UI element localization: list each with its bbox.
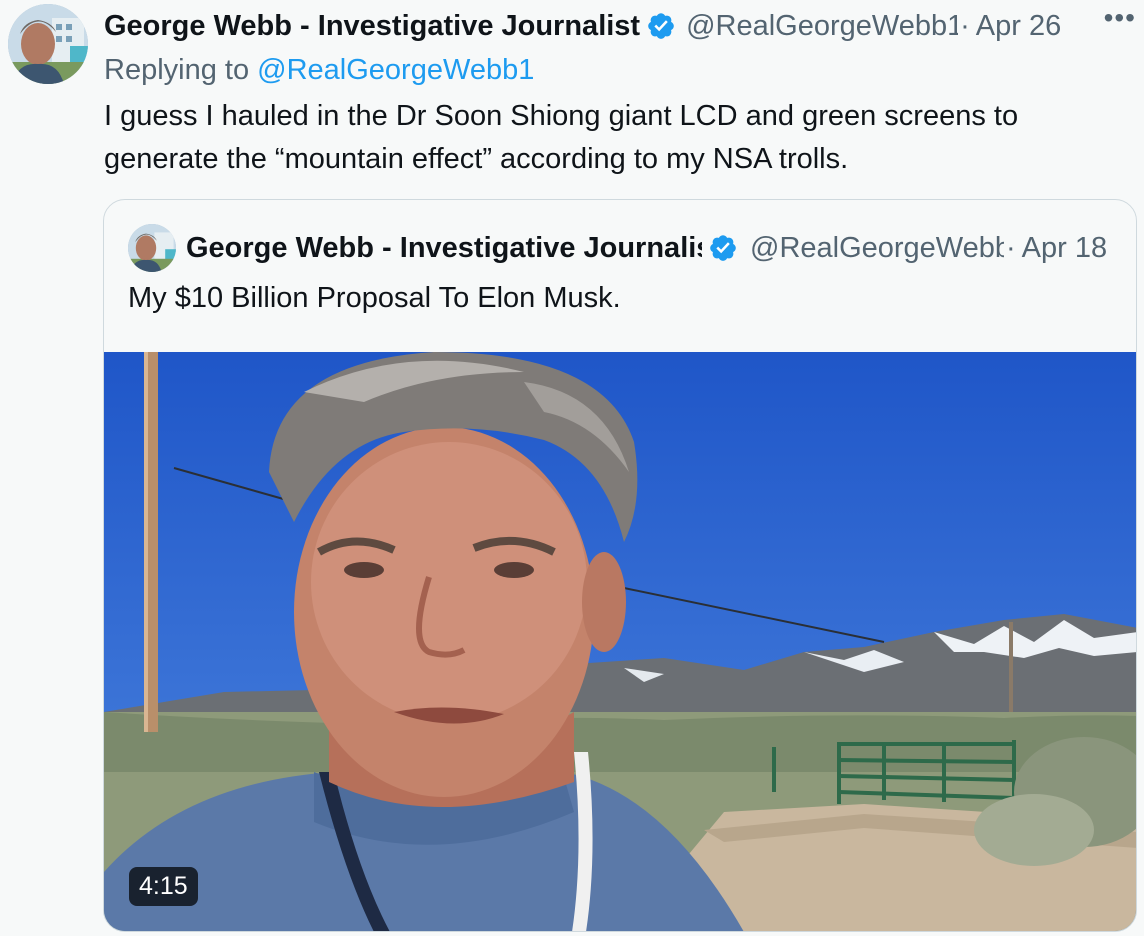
separator-dot: ·: [1006, 231, 1016, 264]
tweet-text-line: generate the “mountain effect” according…: [104, 143, 849, 175]
separator-dot: ·: [960, 9, 970, 42]
quoted-author-handle[interactable]: @RealGeorgeWebb1: [750, 232, 1004, 265]
video-player[interactable]: 4:15: [104, 352, 1136, 931]
video-duration-badge: 4:15: [129, 867, 198, 906]
more-horizontal-icon[interactable]: •••: [1104, 2, 1136, 34]
tweet[interactable]: George Webb - Investigative Journalist @…: [0, 0, 1144, 936]
verified-badge-icon: [710, 235, 736, 261]
quoted-tweet-text: My $10 Billion Proposal To Elon Musk.: [128, 282, 621, 314]
author-avatar[interactable]: [8, 4, 88, 84]
quoted-author-name[interactable]: George Webb - Investigative Journalist: [186, 232, 702, 265]
quoted-author-avatar[interactable]: [128, 224, 176, 272]
tweet-header: George Webb - Investigative Journalist @…: [104, 6, 1144, 46]
quoted-tweet-header: George Webb - Investigative Journalist @…: [186, 228, 1116, 268]
tweet-date[interactable]: Apr 26: [976, 10, 1061, 43]
replying-to-label: Replying to: [104, 54, 250, 86]
video-thumbnail: [104, 352, 1136, 931]
quoted-tweet-date[interactable]: Apr 18: [1022, 232, 1107, 265]
verified-badge-icon: [648, 13, 674, 39]
replying-to-line: Replying to @RealGeorgeWebb1: [104, 54, 534, 87]
replying-to-handle-link[interactable]: @RealGeorgeWebb1: [257, 54, 534, 86]
quoted-tweet-card[interactable]: George Webb - Investigative Journalist @…: [103, 199, 1137, 932]
author-handle[interactable]: @RealGeorgeWebb1: [686, 10, 958, 43]
tweet-text: I guess I hauled in the Dr Soon Shiong g…: [104, 95, 1104, 181]
tweet-text-line: I guess I hauled in the Dr Soon Shiong g…: [104, 100, 1019, 132]
author-name[interactable]: George Webb - Investigative Journalist: [104, 10, 640, 43]
